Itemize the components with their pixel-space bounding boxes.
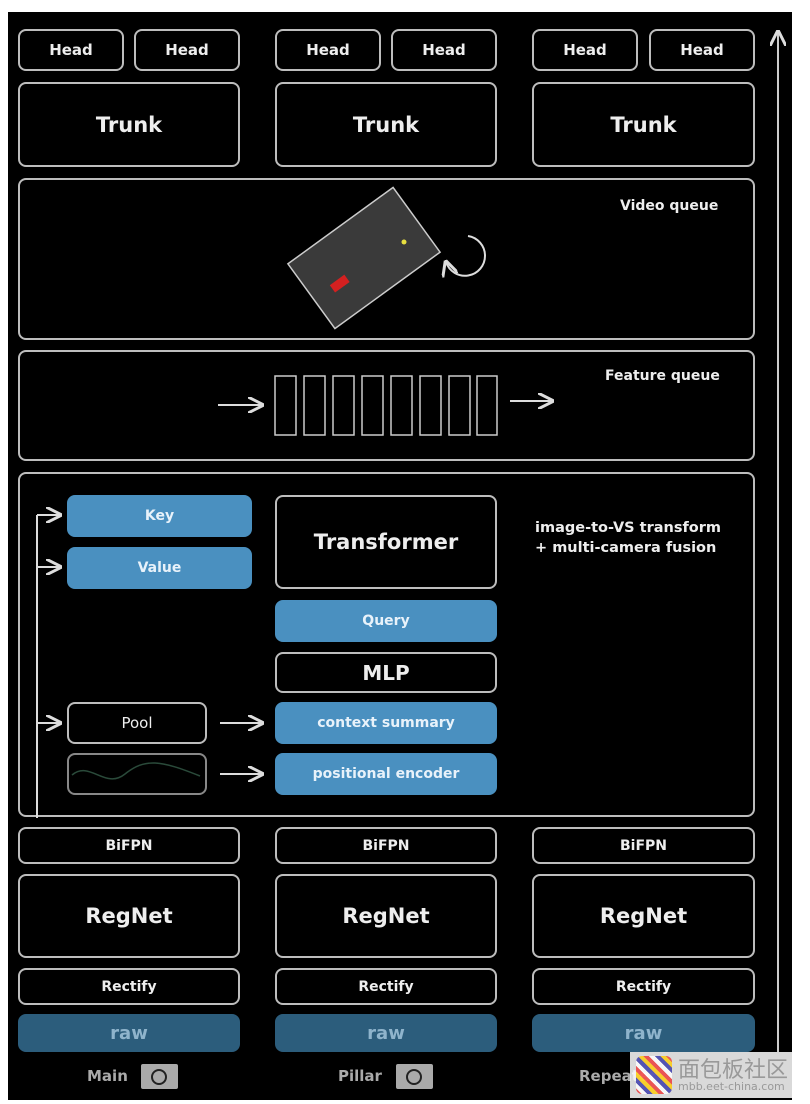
watermark-url: mbb.eet-china.com [678,1080,785,1093]
architecture-diagram: Head Head Head Head Head Head Trunk Trun… [0,0,810,1104]
watermark-emblem [636,1056,672,1094]
rotate-arrow-icon [446,235,486,276]
sinusoid-icon [71,762,201,780]
rotated-frame-icon [286,186,442,330]
target-dot [401,239,407,245]
camera-icon [141,1064,178,1089]
watermark-logo: 面包板社区 mbb.eet-china.com [630,1052,805,1098]
diagram-graphics [36,0,810,1089]
feature-queue-slots [274,375,498,436]
camera-icon [396,1064,433,1089]
